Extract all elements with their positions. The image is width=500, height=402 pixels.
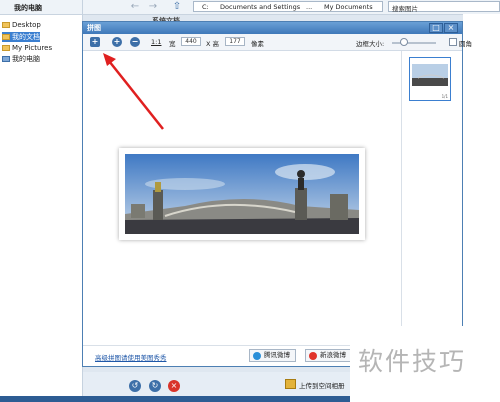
unit-label: 像素: [251, 40, 264, 48]
folder-tree: 我的电脑 Desktop 我的文档 My Pictures 我的电脑: [0, 0, 83, 402]
rotate-left-icon[interactable]: ↺: [129, 380, 141, 392]
folder-icon: [2, 45, 10, 51]
bridge-photo: [125, 154, 359, 234]
search-input[interactable]: 搜索图片: [388, 1, 500, 13]
tree-title: 我的电脑: [14, 4, 42, 12]
tree-item-desktop[interactable]: Desktop: [2, 20, 41, 30]
tree-item-label: 我的电脑: [12, 55, 40, 63]
border-size-slider[interactable]: [392, 42, 436, 44]
watermark-text: 软件技巧: [358, 347, 467, 376]
thumbnail[interactable]: 1/1: [409, 57, 451, 101]
computer-icon: [2, 56, 10, 62]
thumbnail-caption: 1/1: [441, 94, 448, 99]
tree-item-my-pictures[interactable]: My Pictures: [2, 43, 52, 53]
tree-item-label: My Pictures: [12, 44, 53, 52]
folder-icon: [2, 22, 10, 28]
address-segment[interactable]: C:: [202, 3, 209, 11]
tree-item-my-computer[interactable]: 我的电脑: [2, 54, 40, 64]
close-icon[interactable]: ×: [444, 23, 458, 33]
folder-icon: [2, 34, 10, 40]
address-bar[interactable]: C: Documents and Settings ... My Documen…: [193, 1, 383, 12]
watermark: 软件技巧: [350, 326, 500, 402]
tree-item-label: Desktop: [12, 21, 41, 29]
tree-item-label: 我的文档: [12, 33, 40, 41]
share-qq-label: 腾讯微博: [264, 351, 290, 359]
height-label: X 高: [206, 40, 220, 48]
back-arrow-icon[interactable]: ←: [129, 1, 141, 13]
height-input[interactable]: 177: [225, 37, 245, 46]
collage-preview: [119, 148, 365, 240]
border-size-label: 边框大小:: [356, 40, 385, 48]
forward-arrow-icon[interactable]: →: [147, 1, 159, 13]
red-arrow-annotation: [103, 53, 164, 130]
share-sina-label: 新浪微博: [320, 351, 346, 359]
slider-thumb[interactable]: [399, 38, 408, 46]
up-folder-icon[interactable]: ⇧: [171, 1, 183, 13]
explorer-toolbar: ← → ⇧ C: Documents and Settings ... My D…: [83, 0, 500, 15]
upload-icon: [285, 379, 296, 389]
address-segment[interactable]: Documents and Settings: [220, 3, 300, 11]
address-segment[interactable]: My Documents: [324, 3, 373, 11]
sina-weibo-icon: [309, 352, 317, 360]
tree-header: 我的电脑: [0, 0, 82, 15]
qq-weibo-icon: [253, 352, 261, 360]
address-segment[interactable]: ...: [306, 3, 312, 11]
rotate-right-icon[interactable]: ↻: [149, 380, 161, 392]
upload-label: 上传到空间相册: [299, 382, 345, 390]
tree-item-my-documents[interactable]: 我的文档: [2, 32, 40, 42]
upload-album-button[interactable]: 上传到空间相册: [285, 379, 345, 390]
rounded-corner-checkbox[interactable]: [449, 38, 457, 46]
right-panel: [463, 14, 500, 326]
share-qq-weibo-button[interactable]: 腾讯微博: [249, 349, 296, 362]
maximize-icon[interactable]: □: [429, 23, 443, 33]
advanced-puzzle-link[interactable]: 高级拼图请使用美图秀秀: [95, 352, 167, 362]
puzzle-dialog: 拼图 □ × + + − 1:1 宽 440 X 高 177 像素 边框大小: …: [82, 21, 472, 367]
share-sina-weibo-button[interactable]: 新浪微博: [305, 349, 352, 362]
rounded-corner-label: 圆角: [459, 40, 472, 48]
delete-icon[interactable]: ×: [168, 380, 180, 392]
search-placeholder: 搜索图片: [392, 5, 418, 13]
thumbnail-panel: 1/1: [401, 51, 463, 345]
